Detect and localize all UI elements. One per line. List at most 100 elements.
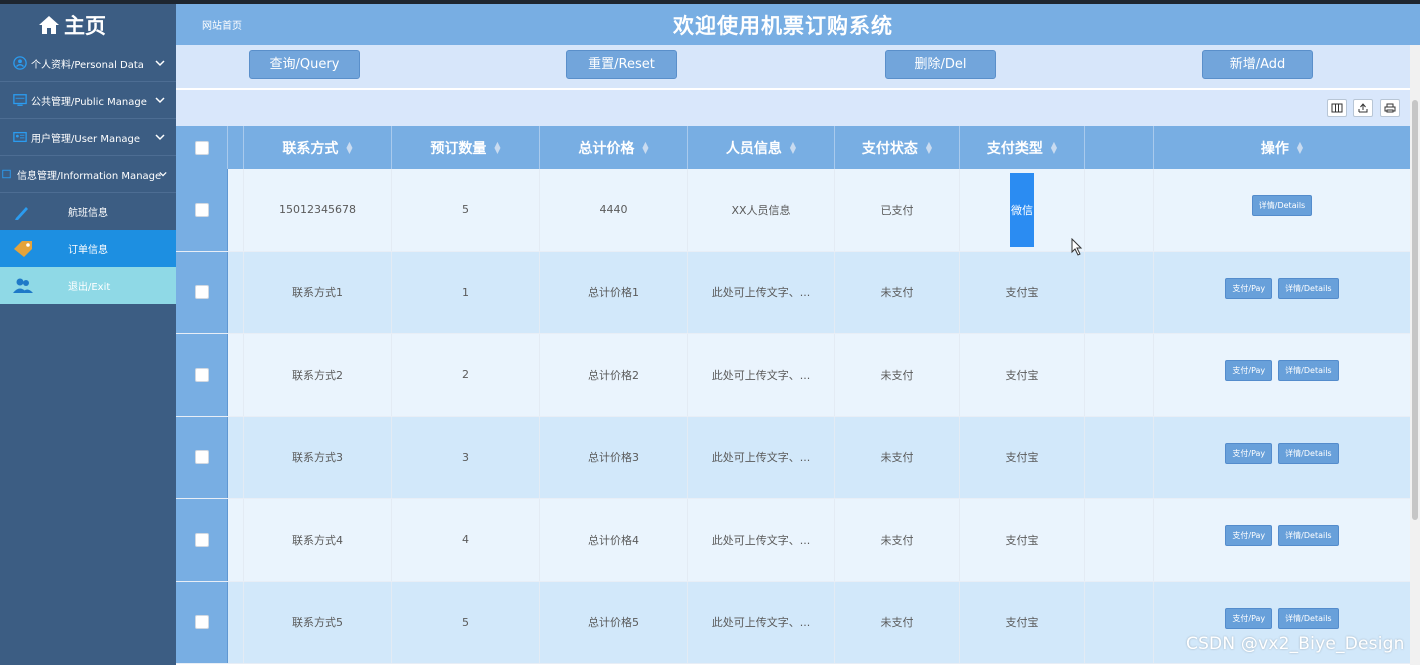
column-header-quantity[interactable]: 预订数量 ▲ ▼ [392, 126, 540, 169]
column-header-label: 人员信息 [725, 140, 782, 157]
details-button[interactable]: 详情/Details [1278, 442, 1339, 464]
delete-button[interactable]: 删除/Del [885, 50, 996, 79]
cell-contact: 联系方式4 [244, 499, 392, 581]
chevron-down-icon [155, 60, 165, 67]
cell-actions: 支付/Pay 详情/Details [1154, 499, 1410, 581]
app-window: 主页 个人资料/Personal Data 公共管理/Public Manage… [0, 0, 1420, 665]
sidebar-group-label: 信息管理/Information Manage [17, 170, 162, 182]
spacer-header [228, 126, 244, 169]
query-button[interactable]: 查询/Query [249, 50, 360, 79]
cell-price: 总计价格5 [540, 581, 688, 663]
column-header-actions[interactable]: 操作 ▲ ▼ [1154, 126, 1410, 169]
columns-icon[interactable] [1327, 99, 1347, 117]
sidebar-group-label: 个人资料/Personal Data [31, 59, 144, 71]
page-title: 欢迎使用机票订购系统 [673, 14, 893, 38]
column-header-contact[interactable]: 联系方式 ▲ ▼ [244, 126, 392, 169]
home-link[interactable]: 主页 [0, 4, 176, 45]
row-checkbox[interactable] [194, 285, 209, 300]
table-row[interactable]: 15012345678 5 4440 XX人员信息 已支付 微信 详情/Deta… [176, 169, 1410, 252]
sort-icon: ▲ ▼ [925, 139, 933, 155]
cell-pay-status: 已支付 [835, 169, 960, 251]
column-header-pay-type[interactable]: 支付类型 ▲ ▼ [960, 126, 1085, 169]
info-icon [2, 169, 11, 179]
export-icon[interactable] [1353, 99, 1373, 117]
row-select-cell [176, 334, 228, 416]
sidebar-group-user-manage[interactable]: 用户管理/User Manage [0, 119, 176, 156]
pay-button[interactable]: 支付/Pay [1225, 607, 1273, 629]
row-checkbox[interactable] [194, 615, 209, 630]
details-button[interactable]: 详情/Details [1278, 277, 1339, 299]
column-header-pay-status[interactable]: 支付状态 ▲ ▼ [835, 126, 960, 169]
column-header-label: 预订数量 [430, 140, 487, 157]
action-toolbar: 查询/Query 重置/Reset 删除/Del 新增/Add [176, 45, 1410, 88]
add-button[interactable]: 新增/Add [1202, 50, 1313, 79]
cell-person: 此处可上传文字、... [688, 581, 835, 663]
cell-pay-type: 支付宝 [960, 334, 1085, 416]
cell-pay-type: 支付宝 [960, 499, 1085, 581]
chevron-down-icon [159, 171, 167, 177]
pay-button[interactable]: 支付/Pay [1225, 360, 1273, 381]
sort-icon: ▲ ▼ [1296, 139, 1304, 155]
sidebar-group-label: 用户管理/User Manage [31, 133, 141, 145]
row-checkbox[interactable] [194, 202, 209, 217]
sidebar-item-label: 航班信息 [68, 208, 108, 219]
spacer-cell [228, 499, 244, 581]
chevron-down-icon [155, 97, 165, 104]
row-select-cell [176, 169, 228, 251]
details-button[interactable]: 详情/Details [1251, 195, 1313, 216]
scrollbar-thumb[interactable] [1412, 100, 1418, 520]
row-checkbox[interactable] [194, 450, 209, 465]
tag-icon [14, 241, 32, 257]
sidebar-item-flight-info[interactable]: 航班信息 [0, 193, 176, 230]
table-row[interactable]: 联系方式2 2 总计价格2 此处可上传文字、... 未支付 支付宝 支付/Pay… [176, 334, 1410, 417]
cell-pay-status: 未支付 [835, 499, 960, 581]
cell-quantity: 5 [392, 581, 540, 663]
column-header-person[interactable]: 人员信息 ▲ ▼ [688, 126, 835, 169]
sort-icon: ▲ ▼ [789, 139, 797, 155]
cell-pay-type: 支付宝 [960, 251, 1085, 333]
blank-cell [1085, 334, 1154, 416]
id-card-icon [13, 131, 27, 143]
sidebar-item-label: 订单信息 [68, 245, 108, 256]
blank-cell [1085, 416, 1154, 498]
sidebar-nav: 个人资料/Personal Data 公共管理/Public Manage 用户… [0, 45, 176, 304]
spacer-cell [228, 251, 244, 333]
sidebar-item-order-info[interactable]: 订单信息 [0, 230, 176, 267]
user-circle-icon [13, 56, 27, 70]
column-header-label: 操作 [1260, 140, 1289, 157]
top-header: 网站首页 欢迎使用机票订购系统 [176, 4, 1420, 45]
sidebar-group-information-manage[interactable]: 信息管理/Information Manage [0, 156, 176, 193]
pay-button[interactable]: 支付/Pay [1225, 442, 1273, 464]
details-button[interactable]: 详情/Details [1278, 360, 1339, 381]
column-header-price[interactable]: 总计价格 ▲ ▼ [540, 126, 688, 169]
pay-button[interactable]: 支付/Pay [1225, 525, 1273, 546]
cell-quantity: 2 [392, 334, 540, 416]
cell-price: 4440 [540, 169, 688, 251]
select-all-checkbox[interactable] [194, 140, 209, 155]
table-row[interactable]: 联系方式3 3 总计价格3 此处可上传文字、... 未支付 支付宝 支付/Pay… [176, 416, 1410, 499]
cell-price: 总计价格2 [540, 334, 688, 416]
users-icon [13, 278, 33, 293]
cell-pay-status: 未支付 [835, 251, 960, 333]
table-row[interactable]: 联系方式1 1 总计价格1 此处可上传文字、... 未支付 支付宝 支付/Pay… [176, 251, 1410, 334]
row-checkbox[interactable] [194, 532, 209, 547]
chevron-down-icon [155, 134, 165, 141]
sidebar-item-label: 退出/Exit [68, 282, 111, 293]
row-select-cell [176, 499, 228, 581]
row-checkbox[interactable] [194, 367, 209, 382]
print-icon[interactable] [1380, 99, 1400, 117]
pay-type-badge: 微信 [1010, 172, 1034, 247]
details-button[interactable]: 详情/Details [1278, 525, 1339, 546]
select-all-cell [176, 126, 228, 169]
details-button[interactable]: 详情/Details [1278, 607, 1339, 629]
sidebar-item-exit[interactable]: 退出/Exit [0, 267, 176, 304]
cell-contact: 联系方式5 [244, 581, 392, 663]
sidebar-group-label: 公共管理/Public Manage [31, 96, 147, 108]
table-row[interactable]: 联系方式4 4 总计价格4 此处可上传文字、... 未支付 支付宝 支付/Pay… [176, 499, 1410, 582]
sidebar-group-public-manage[interactable]: 公共管理/Public Manage [0, 82, 176, 119]
spacer-cell [228, 334, 244, 416]
vertical-scrollbar[interactable] [1410, 45, 1420, 665]
reset-button[interactable]: 重置/Reset [566, 50, 677, 79]
pay-button[interactable]: 支付/Pay [1225, 277, 1273, 299]
sidebar-group-personal-data[interactable]: 个人资料/Personal Data [0, 45, 176, 82]
